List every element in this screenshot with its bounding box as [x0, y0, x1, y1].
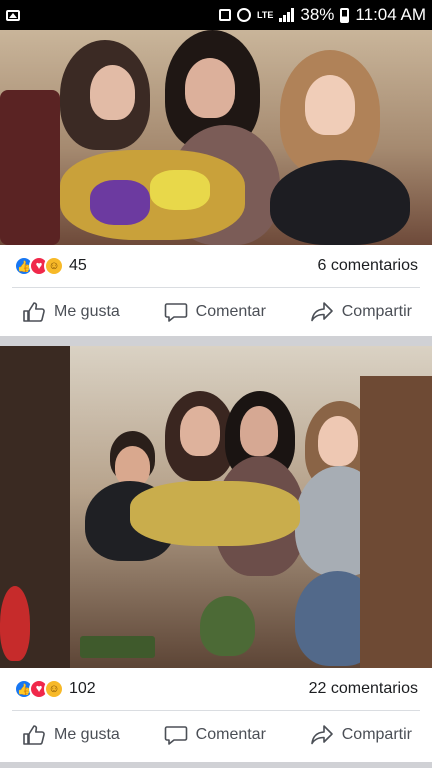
thumbs-up-icon — [23, 725, 45, 745]
post-photo[interactable] — [0, 30, 432, 245]
post-photo[interactable] — [0, 346, 432, 668]
post-actions: Me gusta Comentar Compartir — [0, 288, 432, 336]
signal-icon — [279, 8, 295, 22]
image-icon — [6, 9, 20, 21]
post-stats: 👍 ♥ ☺ 102 22 comentarios — [0, 668, 432, 710]
reaction-summary[interactable]: 👍 ♥ ☺ 102 — [14, 679, 96, 699]
like-label: Me gusta — [54, 726, 120, 743]
lock-icon — [219, 9, 232, 21]
share-icon — [310, 302, 333, 322]
share-label: Compartir — [341, 303, 412, 320]
lte-label: LTE — [257, 9, 274, 20]
clock-time: 11:04 AM — [355, 5, 426, 24]
thumbs-up-icon — [23, 302, 45, 322]
comment-button[interactable]: Comentar — [164, 724, 266, 746]
battery-icon — [340, 7, 350, 23]
comment-count[interactable]: 22 comentarios — [309, 680, 418, 698]
alarm-icon — [237, 8, 252, 22]
post-actions: Me gusta Comentar Compartir — [0, 711, 432, 759]
comment-label: Comentar — [195, 303, 266, 320]
feed-post: 👍 ♥ ☺ 45 6 comentarios Me gusta Comentar… — [0, 30, 432, 336]
reaction-count: 102 — [69, 680, 96, 697]
post-stats: 👍 ♥ ☺ 45 6 comentarios — [0, 245, 432, 287]
care-reaction-icon: ☺ — [44, 679, 64, 699]
comment-button[interactable]: Comentar — [164, 301, 266, 323]
status-bar: LTE 38% 11:04 AM — [0, 0, 432, 30]
comment-icon — [164, 726, 187, 745]
share-icon — [310, 725, 333, 745]
feed-bottom — [0, 762, 432, 768]
comment-label: Comentar — [195, 726, 266, 743]
share-button[interactable]: Compartir — [310, 724, 412, 746]
feed-post: 👍 ♥ ☺ 102 22 comentarios Me gusta Coment… — [0, 346, 432, 762]
battery-percent: 38% — [300, 5, 335, 24]
like-button[interactable]: Me gusta — [22, 301, 120, 323]
reaction-summary[interactable]: 👍 ♥ ☺ 45 — [14, 256, 87, 276]
comment-icon — [164, 303, 187, 322]
share-button[interactable]: Compartir — [310, 301, 412, 323]
share-label: Compartir — [341, 726, 412, 743]
like-label: Me gusta — [54, 303, 120, 320]
comment-count[interactable]: 6 comentarios — [318, 257, 419, 275]
reaction-count: 45 — [69, 257, 87, 274]
care-reaction-icon: ☺ — [44, 256, 64, 276]
like-button[interactable]: Me gusta — [22, 724, 120, 746]
